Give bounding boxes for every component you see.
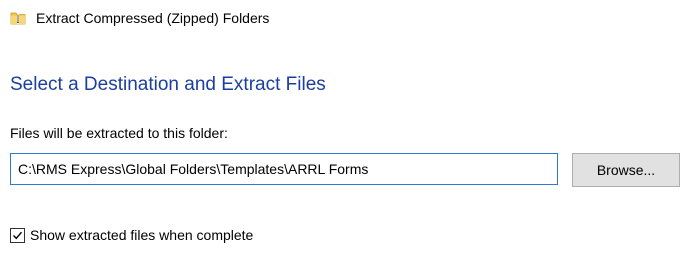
window-title: Extract Compressed (Zipped) Folders (36, 10, 270, 26)
destination-path-input[interactable] (10, 153, 558, 185)
destination-label: Files will be extracted to this folder: (10, 125, 228, 141)
page-heading: Select a Destination and Extract Files (10, 74, 326, 95)
browse-button[interactable]: Browse... (572, 153, 680, 187)
checkmark-icon (13, 231, 23, 239)
show-extracted-files-checkbox[interactable] (10, 227, 25, 243)
zip-folder-icon (10, 10, 26, 26)
title-bar: Extract Compressed (Zipped) Folders (10, 6, 269, 30)
show-extracted-files-option[interactable]: Show extracted files when complete (10, 226, 253, 244)
extract-wizard: Extract Compressed (Zipped) Folders Sele… (0, 0, 686, 255)
show-extracted-files-label: Show extracted files when complete (30, 227, 254, 243)
